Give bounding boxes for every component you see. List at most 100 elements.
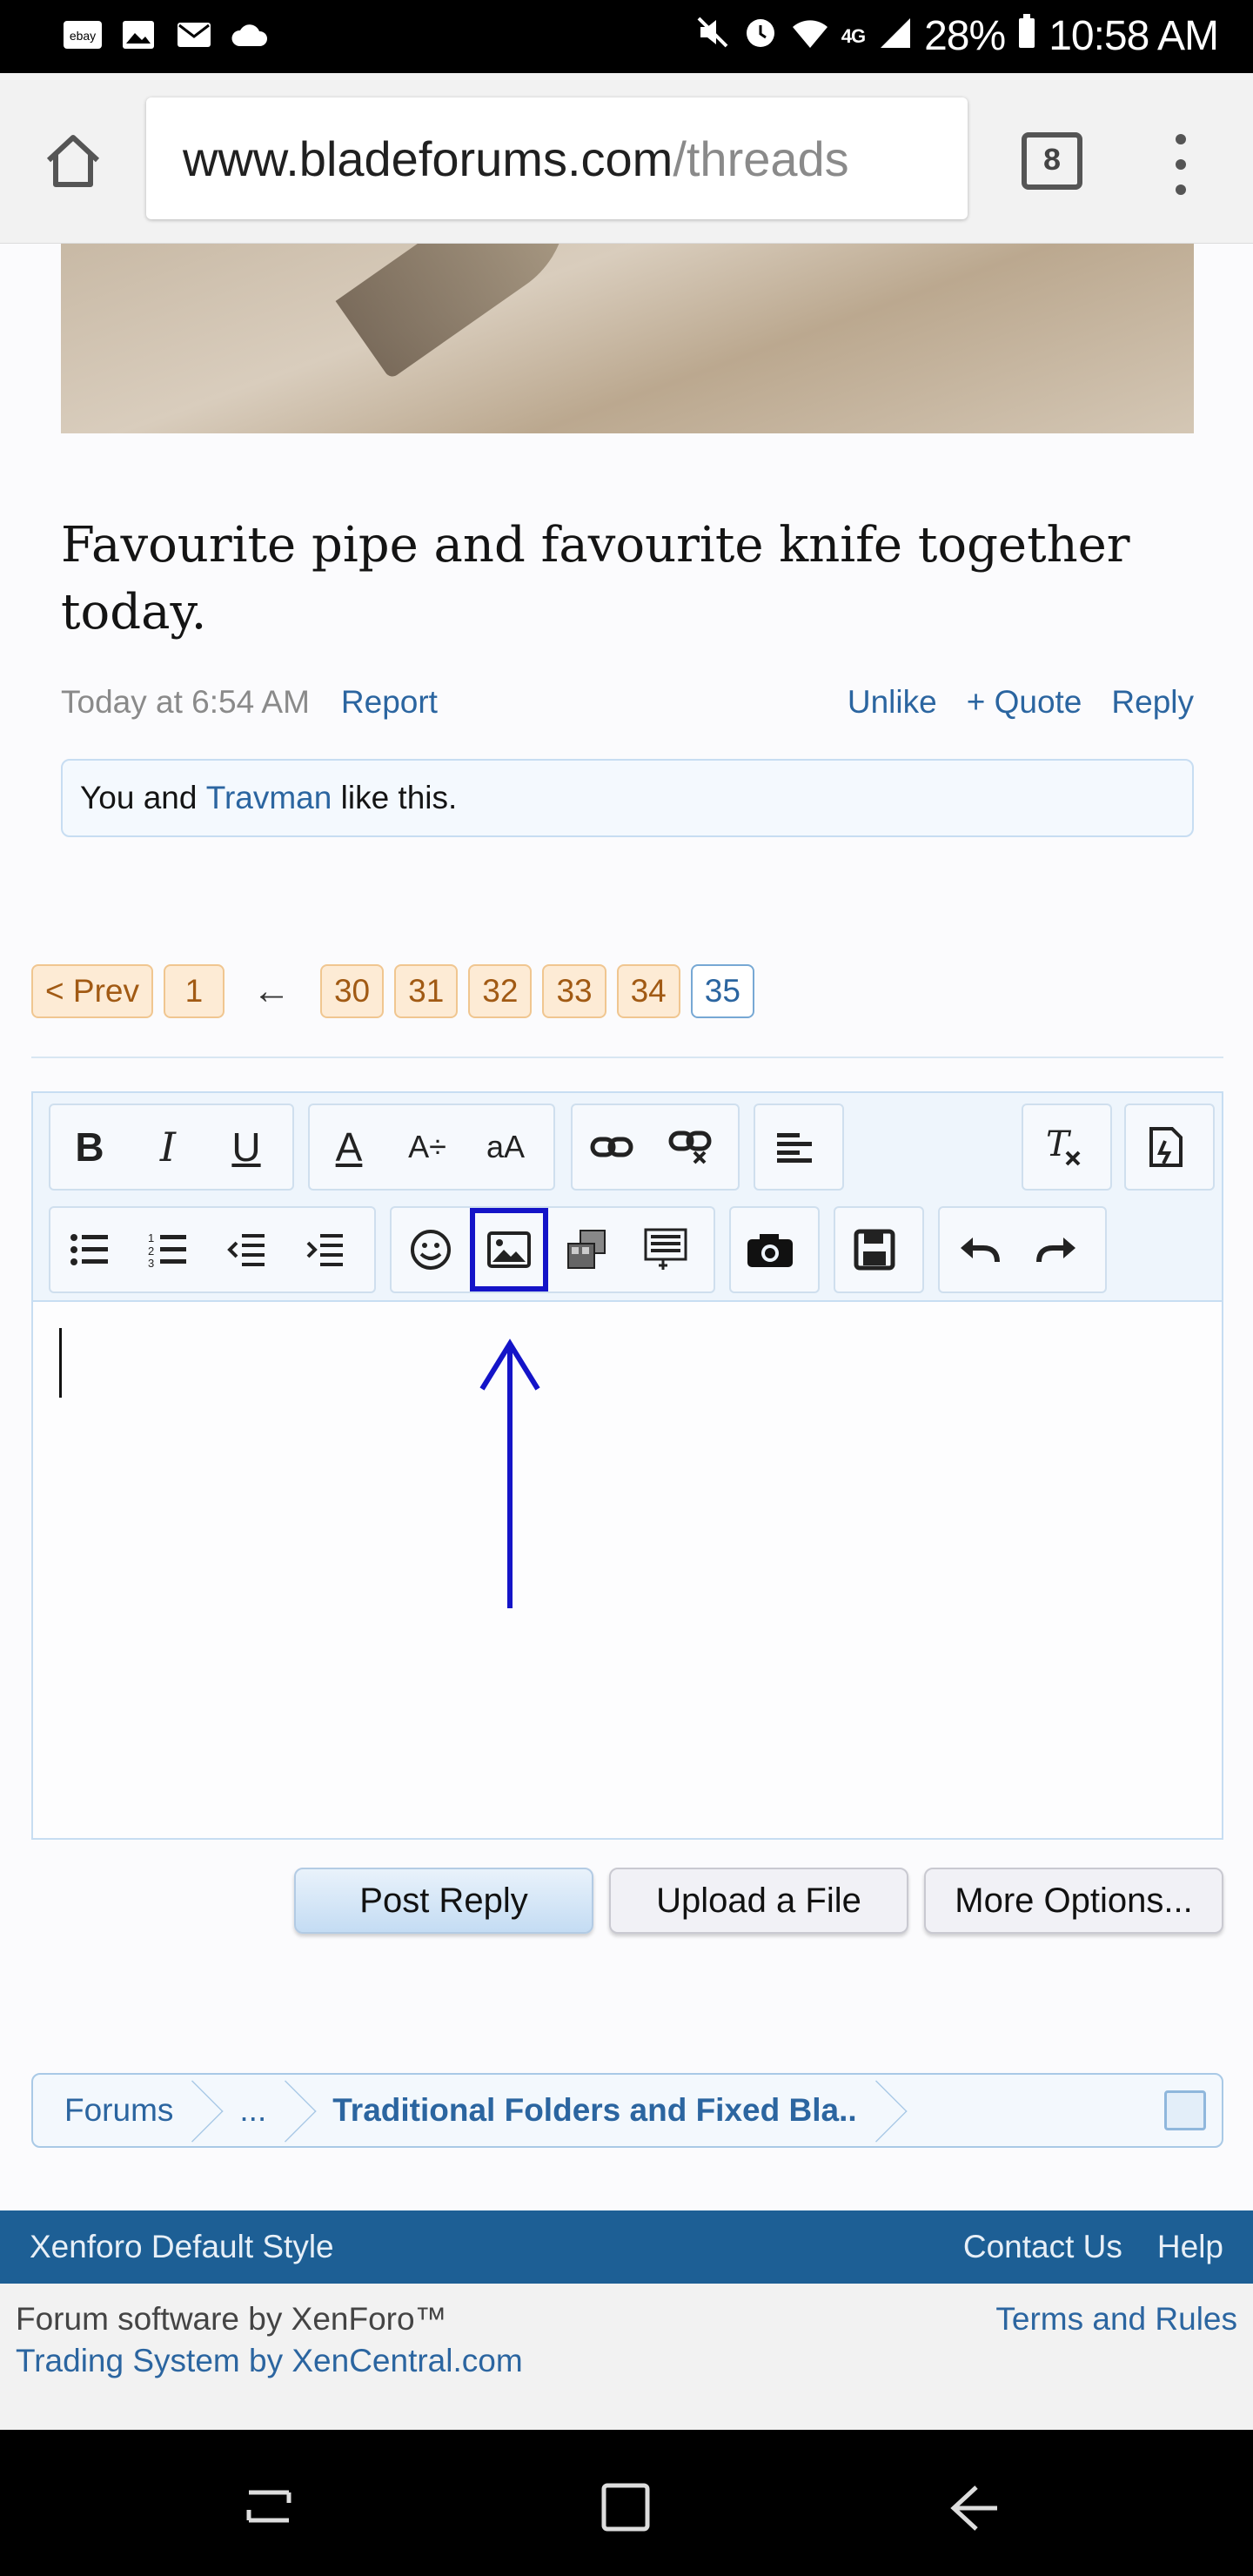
insert-image-icon[interactable] — [470, 1208, 548, 1291]
lte-icon: 4G — [841, 24, 866, 47]
trading-system-link[interactable]: Trading System by XenCentral.com — [16, 2343, 523, 2379]
battery-icon — [1017, 12, 1036, 60]
external-link-icon[interactable] — [1164, 2090, 1206, 2130]
post-image[interactable] — [61, 244, 1194, 433]
footer-bar: Xenforo Default Style Contact Us Help — [0, 2210, 1253, 2284]
reply-link[interactable]: Reply — [1111, 684, 1194, 721]
svg-text:1: 1 — [148, 1231, 154, 1244]
image-icon — [118, 17, 158, 52]
wifi-icon — [791, 12, 829, 60]
knife-blade — [335, 244, 605, 380]
browser-menu-icon[interactable] — [1168, 134, 1194, 195]
align-left-icon[interactable] — [755, 1105, 834, 1189]
breadcrumb-current[interactable]: Traditional Folders and Fixed Bla.. — [301, 2075, 891, 2146]
current-page[interactable]: 35 — [690, 964, 754, 1018]
footer-legal: Forum software by XenForo™ Trading Syste… — [0, 2284, 1253, 2430]
bullet-list-icon[interactable] — [50, 1208, 129, 1291]
terms-link[interactable]: Terms and Rules — [995, 2301, 1237, 2338]
save-draft-icon[interactable] — [835, 1208, 914, 1291]
url-field[interactable]: www.bladeforums.com/threads — [146, 97, 968, 219]
save-group — [834, 1206, 924, 1293]
svg-text:3: 3 — [148, 1257, 154, 1268]
home-button-icon[interactable] — [595, 2477, 656, 2538]
page-jump-arrow[interactable]: ← — [235, 969, 310, 1013]
numbered-list-icon[interactable]: 123 — [129, 1208, 207, 1291]
system-nav-bar — [0, 2430, 1253, 2576]
format-group: B I U — [49, 1104, 294, 1191]
report-link[interactable]: Report — [341, 684, 438, 721]
undo-icon[interactable] — [940, 1208, 1018, 1291]
post-message: Favourite pipe and favourite knife toget… — [61, 517, 1130, 641]
page-link[interactable]: 30 — [319, 964, 385, 1018]
indent-icon[interactable] — [285, 1208, 364, 1291]
toggle-bbcode-icon[interactable] — [1126, 1105, 1204, 1189]
tab-switcher-button[interactable]: 8 — [1022, 132, 1082, 190]
svg-text:T: T — [1046, 1126, 1072, 1164]
underline-button[interactable]: U — [207, 1105, 285, 1189]
source-group — [1124, 1104, 1215, 1191]
cloud-icon — [230, 17, 270, 52]
mail-icon — [174, 17, 214, 52]
editor-toolbar: B I U A A÷ aA T 123 — [33, 1093, 1222, 1302]
align-group — [754, 1104, 844, 1191]
signal-icon — [877, 12, 912, 60]
forum-software-credit[interactable]: Forum software by XenForo™ — [16, 2301, 447, 2338]
more-options-button[interactable]: More Options... — [924, 1868, 1223, 1934]
link-group — [571, 1104, 740, 1191]
url-path: /threads — [673, 131, 849, 186]
pagination: < Prev 1 ← 30 31 32 33 34 35 — [31, 964, 754, 1018]
outdent-icon[interactable] — [207, 1208, 285, 1291]
post-timestamp[interactable]: Today at 6:54 AM — [61, 684, 310, 721]
italic-button[interactable]: I — [129, 1105, 207, 1189]
page-link[interactable]: 31 — [394, 964, 459, 1018]
smilie-icon[interactable] — [392, 1208, 470, 1291]
divider — [31, 1057, 1223, 1058]
page-link[interactable]: 34 — [616, 964, 680, 1018]
link-icon[interactable] — [573, 1105, 651, 1189]
list-group: 123 — [49, 1206, 376, 1293]
breadcrumb-ellipsis[interactable]: ... — [208, 2075, 301, 2146]
insert-group — [390, 1206, 715, 1293]
prev-page-button[interactable]: < Prev — [31, 964, 153, 1018]
mute-icon — [695, 12, 730, 60]
help-link[interactable]: Help — [1157, 2229, 1223, 2265]
page-link[interactable]: 33 — [542, 964, 606, 1018]
liker-link[interactable]: Travman — [206, 780, 332, 816]
redo-icon[interactable] — [1018, 1208, 1096, 1291]
clear-format-group: T — [1022, 1104, 1112, 1191]
font-color-button[interactable]: A — [310, 1105, 388, 1189]
likes-suffix: like this. — [332, 780, 458, 815]
text-style-group: A A÷ aA — [308, 1104, 555, 1191]
font-size-button[interactable]: A÷ — [388, 1105, 466, 1189]
post-reply-button[interactable]: Post Reply — [294, 1868, 593, 1934]
home-icon[interactable] — [42, 131, 104, 191]
post-meta: Today at 6:54 AM Report — [61, 684, 438, 721]
text-cursor — [59, 1328, 62, 1398]
unlink-icon[interactable] — [651, 1105, 729, 1189]
back-icon[interactable] — [943, 2477, 1004, 2538]
camera-group — [729, 1206, 820, 1293]
insert-media-icon[interactable] — [548, 1208, 626, 1291]
reply-editor[interactable]: B I U A A÷ aA T 123 — [31, 1091, 1223, 1840]
upload-file-button[interactable]: Upload a File — [609, 1868, 908, 1934]
url-host: www.bladeforums.com — [183, 131, 673, 186]
camera-icon[interactable] — [731, 1208, 809, 1291]
breadcrumb-forums[interactable]: Forums — [33, 2075, 208, 2146]
status-bar: ebay 4G 28% 10:58 AM — [0, 0, 1253, 73]
breadcrumb: Forums ... Traditional Folders and Fixed… — [31, 2073, 1223, 2148]
bold-button[interactable]: B — [50, 1105, 129, 1189]
page-link-1[interactable]: 1 — [163, 964, 224, 1018]
tab-count: 8 — [1042, 143, 1062, 179]
style-chooser-link[interactable]: Xenforo Default Style — [30, 2229, 334, 2265]
font-family-button[interactable]: aA — [466, 1105, 545, 1189]
insert-quote-icon[interactable] — [626, 1208, 705, 1291]
battery-percent: 28% — [924, 13, 1006, 59]
unlike-link[interactable]: Unlike — [848, 684, 937, 721]
contact-us-link[interactable]: Contact Us — [963, 2229, 1122, 2265]
likes-summary: You and Travman like this. — [61, 759, 1194, 837]
recent-apps-icon[interactable] — [240, 2477, 301, 2538]
quote-link[interactable]: + Quote — [967, 684, 1082, 721]
post-actions: Unlike + Quote Reply — [848, 684, 1194, 721]
page-link[interactable]: 32 — [468, 964, 533, 1018]
clear-formatting-icon[interactable]: T — [1023, 1105, 1102, 1189]
